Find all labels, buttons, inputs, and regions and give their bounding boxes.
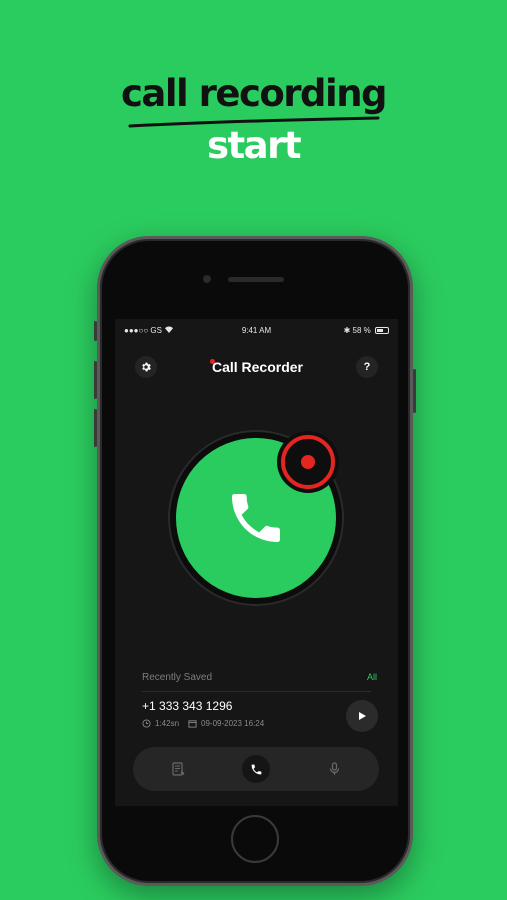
status-bar: ●●●○○ GS 9:41 AM ✱ 58 % <box>124 326 389 338</box>
headline-underline <box>128 116 380 128</box>
see-all-link[interactable]: All <box>367 672 377 682</box>
call-datetime: 09-09-2023 16:24 <box>201 719 265 728</box>
front-camera <box>203 275 211 283</box>
record-icon <box>281 435 335 489</box>
play-button[interactable] <box>346 700 378 732</box>
nav-notes[interactable] <box>166 757 190 781</box>
volume-down-button <box>94 409 97 447</box>
silent-switch <box>94 321 97 341</box>
phone-icon <box>251 764 261 774</box>
call-meta: 1:42sn 09-09-2023 16:24 <box>142 719 264 728</box>
nav-calls[interactable] <box>242 755 270 783</box>
recent-header: Recently Saved All <box>142 672 377 686</box>
phone-icon <box>232 494 280 542</box>
headline-line-1: call recording <box>120 72 388 115</box>
play-icon <box>359 712 366 720</box>
headline-line-2: start <box>206 124 302 167</box>
home-button[interactable] <box>231 815 279 863</box>
app-header: Call Recorder ? <box>115 356 398 380</box>
mic-icon <box>329 762 339 775</box>
volume-up-button <box>94 361 97 399</box>
headline: call recording start <box>0 70 507 168</box>
earpiece-speaker <box>228 277 284 282</box>
bluetooth-icon: ✱ <box>343 326 351 335</box>
divider <box>142 691 371 692</box>
record-button[interactable] <box>277 431 339 493</box>
bottom-nav <box>133 747 379 791</box>
battery-icon <box>375 327 389 334</box>
call-duration: 1:42sn <box>155 719 180 728</box>
clock-icon <box>142 719 151 728</box>
list-item[interactable]: +1 333 343 1296 1:42sn 09-09-2023 16:24 <box>142 699 378 735</box>
notes-icon <box>171 762 184 776</box>
app-screen: ●●●○○ GS 9:41 AM ✱ 58 % Call Recorder ? … <box>115 319 398 806</box>
phone-mockup: ●●●○○ GS 9:41 AM ✱ 58 % Call Recorder ? … <box>94 236 416 886</box>
power-button <box>413 369 416 413</box>
battery-status: ✱ 58 % <box>344 326 389 335</box>
call-number: +1 333 343 1296 <box>142 699 233 713</box>
recently-saved-label: Recently Saved <box>142 672 213 683</box>
record-dot <box>301 455 315 469</box>
calendar-icon <box>188 720 197 728</box>
nav-recorder[interactable] <box>322 757 346 781</box>
help-button[interactable]: ? <box>356 356 378 378</box>
